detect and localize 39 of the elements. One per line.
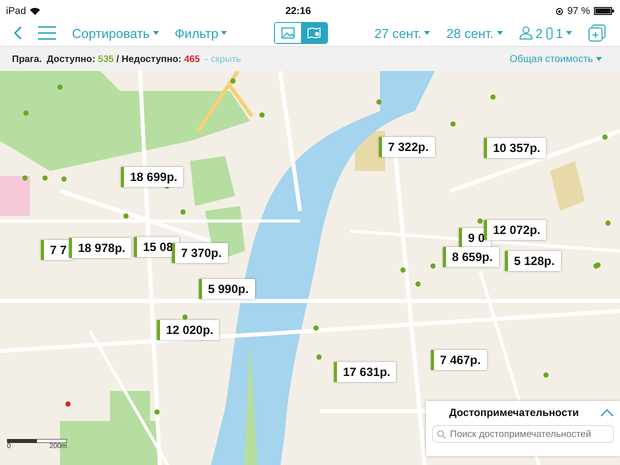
price-marker[interactable]: 10 357р. [484, 138, 546, 158]
caret-icon [566, 31, 572, 35]
battery-percent: 97 % [567, 6, 590, 16]
back-icon [14, 26, 22, 40]
price-marker[interactable]: 18 978р. [69, 238, 132, 258]
city-label: Прага. [12, 54, 42, 64]
caret-icon [424, 31, 430, 35]
price-marker[interactable]: 7 467р. [431, 350, 487, 370]
price-marker[interactable]: 8 659р. [443, 247, 499, 267]
room-icon [546, 26, 553, 40]
caret-icon [496, 31, 503, 35]
clock-time: 22:16 [285, 6, 311, 16]
picture-icon [280, 27, 295, 39]
price-marker[interactable]: 17 631р. [334, 362, 396, 382]
location-icon [556, 8, 564, 14]
price-marker[interactable]: 7 322р. [379, 137, 435, 157]
carrier-label: iPad [6, 6, 26, 16]
search-icon [437, 430, 446, 438]
availability-text: Доступно: 535 / Недоступно: 465 [46, 54, 200, 64]
price-marker[interactable]: 5 128р. [505, 251, 561, 271]
view-tab[interactable] [300, 23, 327, 43]
chevron-up-icon[interactable] [600, 409, 614, 417]
add-icon [588, 24, 606, 42]
caret-icon [152, 31, 159, 35]
caret-icon [596, 57, 602, 61]
menu-icon [38, 26, 56, 40]
battery-icon [594, 7, 614, 15]
wifi-icon [30, 7, 40, 15]
map-pin-icon [306, 27, 321, 39]
attractions-search-field[interactable]: Поиск достопримечательностей [432, 425, 614, 443]
caret-icon [221, 31, 228, 35]
price-marker[interactable]: 5 990р. [199, 279, 255, 299]
price-marker[interactable]: 7 370р. [172, 243, 228, 263]
scale-bar-icon [7, 439, 67, 443]
price-marker[interactable]: 18 699р. [121, 167, 184, 187]
price-marker[interactable]: 12 020р. [157, 320, 220, 340]
panel-title: Достопримечательности [448, 407, 580, 419]
person-icon [518, 26, 533, 40]
price-marker[interactable]: 12 072р. [484, 220, 546, 240]
